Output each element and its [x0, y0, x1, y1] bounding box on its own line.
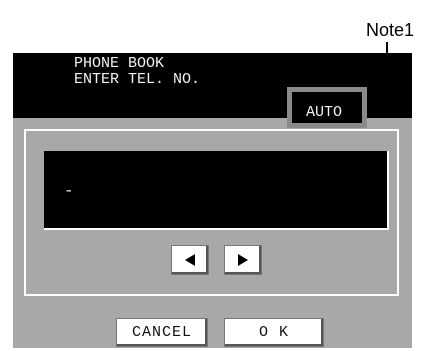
cursor-left-button[interactable] [171, 245, 209, 275]
cancel-button[interactable]: CANCEL [116, 318, 208, 347]
header-line-1: PHONE BOOK [74, 55, 165, 72]
right-triangle-icon [236, 253, 250, 267]
left-triangle-icon [183, 253, 197, 267]
number-display[interactable] [44, 151, 389, 230]
header-text: PHONE BOOK ENTER TEL. NO. [74, 56, 200, 88]
cursor-right-button[interactable] [224, 245, 262, 275]
ok-button[interactable]: O K [224, 318, 324, 347]
number-display-value: - [64, 182, 74, 200]
header-line-2: ENTER TEL. NO. [74, 71, 201, 88]
note-label: Note1 [366, 20, 415, 40]
mode-badge: AUTO [306, 104, 343, 121]
